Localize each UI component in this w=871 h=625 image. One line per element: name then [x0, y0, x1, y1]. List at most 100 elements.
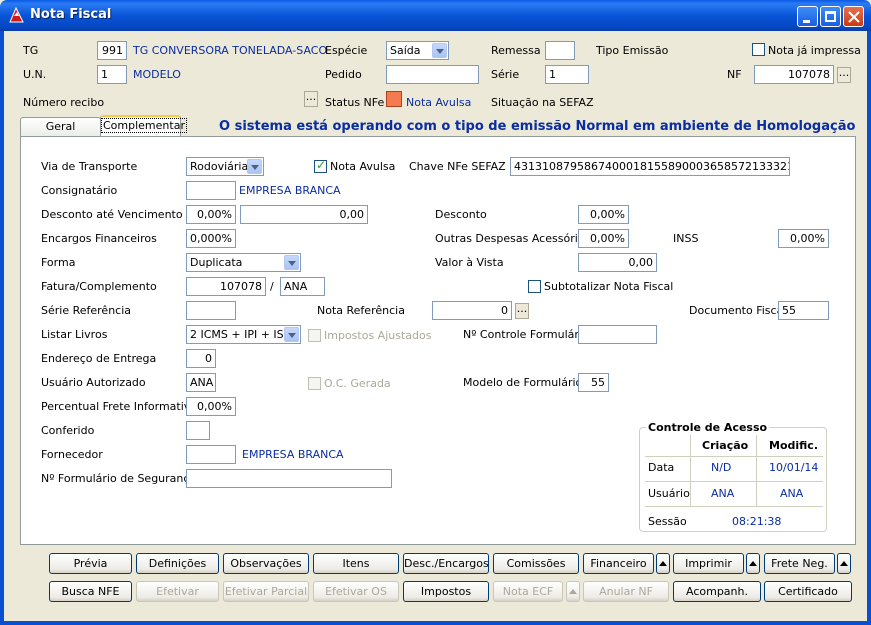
endereco-field[interactable]: 0 [186, 349, 216, 368]
definicoes-button[interactable]: Definições [136, 553, 219, 574]
acompanh-button[interactable]: Acompanh. [673, 581, 761, 602]
desc-venc-val-field[interactable]: 0,00 [240, 205, 368, 224]
desc-venc-pct-field[interactable]: 0,00% [186, 205, 236, 224]
modelo-form-label: Modelo de Formulário [463, 376, 583, 389]
chave-field[interactable]: 4313108795867400018155890003658572133321… [510, 157, 790, 176]
row-sessao: Sessão [648, 515, 687, 528]
usuario-criacao: ANA [711, 487, 735, 500]
nota-ecf-arrow-up-icon[interactable] [566, 581, 580, 602]
consig-code-field[interactable] [186, 181, 236, 200]
comissoes-button[interactable]: Comissões [493, 553, 579, 574]
status-label: Status NFe [325, 96, 385, 109]
tg-code-field[interactable]: 991 [97, 41, 127, 60]
controle-form-field[interactable] [578, 325, 657, 344]
efetivar-os-button[interactable]: Efetivar OS [313, 581, 399, 602]
sessao-value: 08:21:38 [732, 515, 782, 528]
grid-line [645, 481, 823, 482]
encargos-field[interactable]: 0,000% [186, 229, 236, 248]
frete-neg-arrow-up-icon[interactable] [837, 553, 851, 574]
inss-field[interactable]: 0,00% [778, 229, 829, 248]
fornecedor-name: EMPRESA BRANCA [242, 448, 344, 461]
tab-complementar[interactable]: Complementar [100, 115, 187, 137]
subtotalizar-checkbox[interactable] [528, 280, 541, 293]
previa-button[interactable]: Prévia [49, 553, 132, 574]
financeiro-button[interactable]: Financeiro [583, 553, 654, 574]
oc-gerada-checkbox[interactable] [308, 377, 321, 390]
pedido-field[interactable] [386, 65, 479, 84]
doc-fiscal-field[interactable]: 55 [778, 301, 829, 320]
nota-ref-field[interactable]: 0 [432, 301, 512, 320]
doc-fiscal-label: Documento Fiscal [689, 304, 787, 317]
tg-label: TG [23, 44, 39, 57]
environment-banner: O sistema está operando com o tipo de em… [219, 119, 856, 134]
frete-neg-button[interactable]: Frete Neg. [764, 553, 835, 574]
title-bar [0, 0, 871, 31]
serie-ref-field[interactable] [186, 301, 236, 320]
remessa-field[interactable] [545, 41, 575, 60]
frete-field[interactable]: 0,00% [186, 397, 236, 416]
anular-nf-button[interactable]: Anular NF [583, 581, 669, 602]
close-button[interactable] [843, 6, 864, 27]
financeiro-arrow-up-icon[interactable] [656, 553, 670, 574]
nf-lookup-button[interactable]: ... [837, 67, 851, 83]
grid-line [690, 435, 691, 506]
usuario-modif: ANA [780, 487, 804, 500]
complemento-field[interactable]: ANA [280, 277, 325, 296]
serie-ref-label: Série Referência [41, 304, 132, 317]
nota-ref-lookup-button[interactable]: ... [515, 303, 529, 319]
nota-ref-label: Nota Referência [317, 304, 405, 317]
efetivar-parcial-button[interactable]: Efetivar Parcial [223, 581, 309, 602]
subtotalizar-label: Subtotalizar Nota Fiscal [544, 280, 674, 293]
conferido-field[interactable] [186, 421, 210, 440]
itens-button[interactable]: Itens [313, 553, 399, 574]
recibo-lookup-button[interactable]: ... [304, 91, 318, 107]
usuario-aut-field[interactable]: ANA [186, 373, 216, 392]
grid-line [645, 456, 823, 457]
usuario-aut-label: Usuário Autorizado [41, 376, 146, 389]
chevron-down-icon [284, 327, 299, 342]
busca-nfe-button[interactable]: Busca NFE [49, 581, 132, 602]
listar-select[interactable]: 2 ICMS + IPI + ISS [186, 325, 301, 344]
minimize-button[interactable] [797, 6, 818, 27]
imprimir-button[interactable]: Imprimir [673, 553, 744, 574]
fornecedor-code-field[interactable] [186, 445, 236, 464]
via-label: Via de Transporte [41, 160, 138, 173]
ja-impressa-checkbox[interactable] [752, 43, 765, 56]
tab-geral-label: Geral [45, 120, 76, 133]
form-seg-field[interactable] [186, 469, 392, 488]
listar-value: 2 ICMS + IPI + ISS [190, 328, 291, 341]
via-select[interactable]: Rodoviária [186, 157, 264, 176]
pedido-label: Pedido [325, 68, 362, 81]
forma-select[interactable]: Duplicata [186, 253, 301, 272]
desc-encargos-button[interactable]: Desc./Encargos [403, 553, 489, 574]
impostos-ajustados-label: Impostos Ajustados [324, 329, 432, 342]
desconto-field[interactable]: 0,00% [578, 205, 629, 224]
via-value: Rodoviária [190, 160, 249, 173]
outras-field[interactable]: 0,00% [578, 229, 629, 248]
observacoes-button[interactable]: Observações [223, 553, 309, 574]
impostos-button[interactable]: Impostos [403, 581, 489, 602]
encargos-label: Encargos Financeiros [41, 232, 157, 245]
desconto-label: Desconto [435, 208, 487, 221]
nf-field[interactable]: 107078 [754, 65, 834, 84]
especie-select[interactable]: Saída [386, 41, 449, 60]
remessa-label: Remessa [491, 44, 541, 57]
col-criacao: Criação [702, 439, 749, 452]
row-usuario: Usuário [648, 487, 690, 500]
situacao-label: Situação na SEFAZ [491, 96, 594, 109]
modelo-form-field[interactable]: 55 [578, 373, 609, 392]
fatura-field[interactable]: 107078 [186, 277, 266, 296]
valor-vista-field[interactable]: 0,00 [578, 253, 657, 272]
nota-ecf-button[interactable]: Nota ECF [493, 581, 563, 602]
efetivar-button[interactable]: Efetivar [136, 581, 219, 602]
consig-label: Consignatário [41, 184, 118, 197]
un-code-field[interactable]: 1 [97, 65, 127, 84]
forma-label: Forma [41, 256, 76, 269]
impostos-ajustados-checkbox[interactable] [308, 329, 321, 342]
imprimir-arrow-up-icon[interactable] [746, 553, 760, 574]
maximize-button[interactable] [820, 6, 841, 27]
avulsa-checkbox[interactable] [314, 158, 327, 173]
certificado-button[interactable]: Certificado [764, 581, 852, 602]
tab-geral[interactable]: Geral [20, 117, 101, 137]
serie-field[interactable]: 1 [545, 65, 589, 84]
